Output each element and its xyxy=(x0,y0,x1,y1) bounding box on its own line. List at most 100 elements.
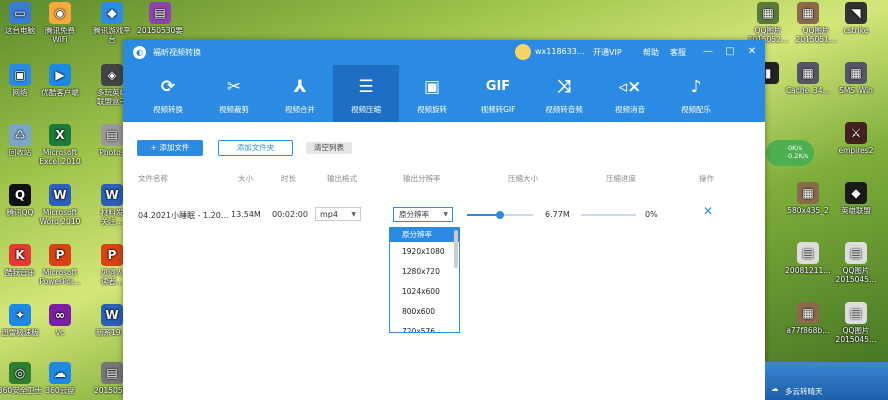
compressed-size-cell: 6.77M xyxy=(545,210,570,219)
app-icon: ◆ xyxy=(101,2,123,24)
tool-icon: ⤨ xyxy=(557,77,571,97)
app-icon: ▦ xyxy=(797,182,819,204)
tool-5[interactable]: GIF 视频转GIF xyxy=(465,65,531,122)
compression-slider-thumb[interactable] xyxy=(496,211,504,219)
app-icon: W xyxy=(101,184,123,206)
open-vip-link[interactable]: 开通VIP xyxy=(593,47,622,58)
desktop-icon[interactable]: ▤ 20150530要 xyxy=(132,2,188,35)
output-resolution-select[interactable]: 原分辨率 ▼ xyxy=(393,207,453,222)
desktop-icon[interactable]: W Microsoft Word 2010 xyxy=(32,184,88,226)
tool-7[interactable]: ◃× 视频消音 xyxy=(597,65,663,122)
dropdown-scrollbar[interactable] xyxy=(454,230,458,268)
desktop-icon[interactable]: ▤ QQ图片 2015045… xyxy=(828,242,884,284)
compression-slider[interactable] xyxy=(467,211,533,219)
chevron-down-icon: ▼ xyxy=(351,211,356,218)
tool-2[interactable]: ⅄ 视频合并 xyxy=(267,65,333,122)
resolution-option[interactable]: 720x576 xyxy=(390,322,459,332)
weather-text: 多云转晴天 xyxy=(785,387,823,396)
tool-icon: ♪ xyxy=(690,77,702,97)
close-button[interactable]: ✕ xyxy=(745,45,759,59)
app-icon: Q xyxy=(9,184,31,206)
output-format-select[interactable]: mp4 ▼ xyxy=(315,207,361,221)
tool-label: 视频转GIF xyxy=(480,105,516,114)
tool-label: 视频裁剪 xyxy=(219,105,249,114)
tool-icon: ☰ xyxy=(358,77,374,97)
video-converter-window: ◐ 福昕视频转换 wx118633… 开通VIP 帮助 客服 — □ ✕ ⟳ 视频… xyxy=(123,40,765,400)
app-icon: ▤ xyxy=(101,362,123,384)
app-icon: ▦ xyxy=(757,2,779,24)
tool-3[interactable]: ☰ 视频压缩 xyxy=(333,65,399,122)
column-header: 大小 xyxy=(238,174,253,183)
function-toolbar: ⟳ 视频转换 ✂ 视频裁剪 ⅄ 视频合并 ☰ 视频压缩 ▣ 视频旋转 GIF 视频转GIF ⤨ 视频转音频… xyxy=(123,65,765,122)
desktop-icon-label: 英雄联盟 xyxy=(841,206,871,215)
resolution-option[interactable]: 1024x600 xyxy=(390,282,459,302)
desktop-icon[interactable]: X Microsoft Excel 2010 xyxy=(32,124,88,166)
desktop-icon[interactable]: P Microsoft PowerPoi… xyxy=(32,244,88,286)
desktop-icon[interactable]: ◉ 腾讯免费 WiFi xyxy=(32,2,88,44)
minimize-button[interactable]: — xyxy=(701,45,715,59)
resolution-value: 原分辨率 xyxy=(399,210,429,219)
desktop-icon[interactable]: ☁ 360云盘 xyxy=(32,362,88,395)
tool-8[interactable]: ♪ 视频配乐 xyxy=(663,65,729,122)
app-icon: ▤ xyxy=(101,124,123,146)
desktop-icon-label: WiFi xyxy=(52,35,68,44)
app-icon: ⚔ xyxy=(845,122,867,144)
tool-label: 视频压缩 xyxy=(351,105,381,114)
tool-label: 视频配乐 xyxy=(681,105,711,114)
desktop-icon[interactable]: ⚔ empires2 xyxy=(828,122,884,155)
resolution-option[interactable]: 原分辨率 xyxy=(390,228,459,242)
tool-1[interactable]: ✂ 视频裁剪 xyxy=(201,65,267,122)
resolution-dropdown[interactable]: 原分辨率 1920x1080 1280x720 1024x600 800x600 720x… xyxy=(389,227,460,333)
network-speed-widget[interactable]: 0K/s 0.2K/s xyxy=(766,140,814,166)
app-icon: ◥ xyxy=(845,2,867,24)
remove-row-icon[interactable]: ✕ xyxy=(703,204,713,218)
desktop-icon-label-line: QQ图片 xyxy=(802,26,830,35)
app-icon: ◆ xyxy=(845,182,867,204)
format-value: mp4 xyxy=(320,210,338,219)
tool-label: 视频合并 xyxy=(285,105,315,114)
desktop-icon-label-line: 2015051… xyxy=(795,35,837,44)
desktop-icon-label: Microsoft xyxy=(42,208,78,217)
add-folder-button[interactable]: 添加文件夹 xyxy=(218,140,293,156)
weather-widget[interactable]: ☁ 多云转晴天 xyxy=(765,362,888,400)
tool-4[interactable]: ▣ 视频旋转 xyxy=(399,65,465,122)
help-link[interactable]: 帮助 xyxy=(643,47,659,58)
user-avatar[interactable] xyxy=(515,44,531,60)
desktop-icon-label: 2015045… xyxy=(835,275,877,284)
desktop-icon[interactable]: ▶ 优酷客户端 xyxy=(32,64,88,97)
tool-icon: ⟳ xyxy=(160,77,176,97)
resolution-option[interactable]: 1920x1080 xyxy=(390,242,459,262)
app-icon: K xyxy=(9,244,31,266)
resolution-option[interactable]: 800x600 xyxy=(390,302,459,322)
desktop-icon-label: Word 2010 xyxy=(39,217,81,226)
desktop-icon-label: QQ图片 2015051… xyxy=(788,26,844,44)
desktop-icon[interactable]: ▦ SMS_Win xyxy=(828,62,884,95)
app-icon: ▣ xyxy=(9,64,31,86)
desktop-icon-label: 360云盘 xyxy=(45,386,75,395)
clear-list-button[interactable]: 清空列表 xyxy=(306,142,352,154)
user-name[interactable]: wx118633… xyxy=(535,47,585,56)
app-logo-icon: ◐ xyxy=(133,46,146,59)
app-icon: P xyxy=(101,244,123,266)
compression-progress-bar xyxy=(581,214,636,216)
maximize-button[interactable]: □ xyxy=(723,45,737,59)
column-header: 压缩大小 xyxy=(508,174,538,183)
chevron-down-icon: ▼ xyxy=(443,211,448,218)
app-icon: ◈ xyxy=(101,64,123,86)
desktop-icon-label: 腾讯免费 xyxy=(45,26,75,35)
progress-cell: 0% xyxy=(645,210,658,219)
resolution-option[interactable]: 1280x720 xyxy=(390,262,459,282)
app-icon: ▤ xyxy=(845,302,867,324)
add-file-button[interactable]: + 添加文件 xyxy=(137,140,203,156)
app-icon: ▤ xyxy=(797,242,819,264)
tool-0[interactable]: ⟳ 视频转换 xyxy=(135,65,201,122)
service-link[interactable]: 客服 xyxy=(670,47,686,58)
desktop-icon-label: PowerPoi… xyxy=(39,277,81,286)
tool-6[interactable]: ⤨ 视频转音频 xyxy=(531,65,597,122)
desktop-icon[interactable]: ◆ 英雄联盟 xyxy=(828,182,884,215)
desktop-icon[interactable]: ▤ QQ图片 2015045… xyxy=(828,302,884,344)
app-icon: ∞ xyxy=(49,304,71,326)
desktop-icon-label: Excel 2010 xyxy=(39,157,81,166)
desktop-icon[interactable]: ∞ vc xyxy=(32,304,88,337)
app-icon: ▤ xyxy=(149,2,171,24)
